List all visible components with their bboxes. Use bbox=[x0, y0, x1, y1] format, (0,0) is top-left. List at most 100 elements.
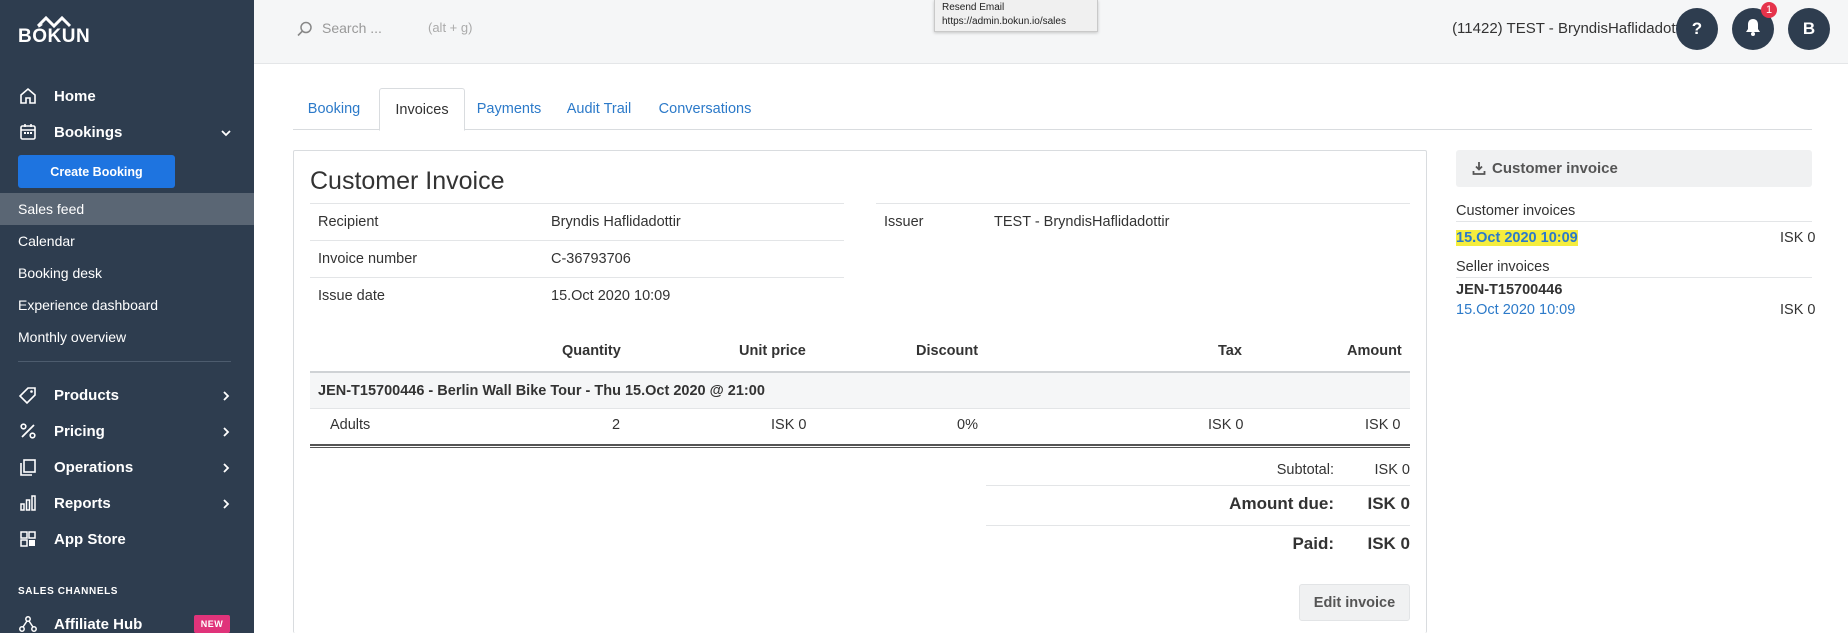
seller-invoices-heading: Seller invoices bbox=[1456, 259, 1550, 275]
recipient-row: Recipient Bryndis Haflidadottir bbox=[310, 203, 844, 240]
invoice-number-value: C-36793706 bbox=[551, 251, 631, 267]
calendar-icon bbox=[18, 122, 38, 142]
totals-divider bbox=[986, 485, 1410, 486]
nav-bookings-label: Bookings bbox=[54, 123, 123, 141]
issuer-label: Issuer bbox=[884, 214, 924, 230]
nav-products[interactable]: Products bbox=[0, 378, 254, 412]
nav-bookings[interactable]: Bookings bbox=[0, 115, 254, 149]
create-booking-button[interactable]: Create Booking bbox=[18, 155, 175, 188]
download-customer-invoice-button[interactable]: Customer invoice bbox=[1456, 150, 1812, 187]
grid-icon bbox=[18, 529, 38, 549]
nav-affiliate-hub-label: Affiliate Hub bbox=[54, 615, 143, 633]
line-tax: ISK 0 bbox=[1208, 417, 1244, 433]
sidebar: BÓKUN Home Bookings Create Booking Sales… bbox=[0, 0, 254, 633]
nav-pricing[interactable]: Pricing bbox=[0, 414, 254, 448]
nav-affiliate-hub[interactable]: Affiliate Hub NEW bbox=[0, 607, 254, 633]
sidebar-item-calendar[interactable]: Calendar bbox=[0, 225, 254, 257]
nav-operations-label: Operations bbox=[54, 458, 134, 476]
invoice-number-row: Invoice number C-36793706 bbox=[310, 240, 844, 277]
bell-icon bbox=[1743, 17, 1763, 42]
sidebar-item-booking-desk[interactable]: Booking desk bbox=[0, 257, 254, 289]
nav-reports-label: Reports bbox=[54, 494, 111, 512]
tab-payments[interactable]: Payments bbox=[469, 88, 549, 130]
nav-pricing-label: Pricing bbox=[54, 422, 105, 440]
bar-chart-icon bbox=[18, 493, 38, 513]
customer-invoices-heading: Customer invoices bbox=[1456, 203, 1576, 219]
invoice-panel: Customer Invoice Recipient Bryndis Hafli… bbox=[293, 150, 1427, 633]
tab-audit-trail[interactable]: Audit Trail bbox=[555, 88, 643, 130]
line-discount: 0% bbox=[957, 417, 978, 433]
amount-due-value: ISK 0 bbox=[1367, 494, 1410, 513]
tooltip: Resend Email https://admin.bokun.io/sale… bbox=[934, 0, 1098, 32]
nav-products-label: Products bbox=[54, 386, 120, 404]
logo-text: BÓKUN bbox=[18, 26, 91, 47]
issue-date-row: Issue date 15.Oct 2020 10:09 bbox=[310, 277, 844, 314]
sales-channels-heading: SALES CHANNELS bbox=[18, 586, 119, 597]
col-amount: Amount bbox=[1347, 343, 1402, 359]
table-total-divider bbox=[310, 444, 1410, 448]
nav-app-store[interactable]: App Store bbox=[0, 522, 254, 556]
issue-date-label: Issue date bbox=[318, 288, 385, 304]
recipient-value: Bryndis Haflidadottir bbox=[551, 214, 681, 230]
notification-count-badge: 1 bbox=[1761, 2, 1777, 18]
line-amount: ISK 0 bbox=[1365, 417, 1401, 433]
line-quantity: 2 bbox=[612, 417, 621, 433]
tooltip-title: Resend Email bbox=[942, 2, 1005, 13]
account-name[interactable]: (11422) TEST - BryndisHaflidadottir bbox=[1452, 20, 1688, 37]
col-unit-price: Unit price bbox=[739, 343, 806, 359]
download-icon bbox=[1472, 161, 1486, 175]
home-icon bbox=[18, 86, 38, 106]
totals-divider bbox=[986, 525, 1410, 526]
recipient-label: Recipient bbox=[318, 214, 379, 230]
booking-tabs: Booking Invoices Payments Audit Trail Co… bbox=[293, 88, 1812, 131]
copy-icon bbox=[18, 457, 38, 477]
sidebar-item-sales-feed[interactable]: Sales feed bbox=[0, 193, 254, 225]
search-icon bbox=[296, 20, 314, 38]
top-bar: (alt + g) Resend Email https://admin.bok… bbox=[254, 0, 1848, 64]
invoice-group-row: JEN-T15700446 - Berlin Wall Bike Tour - … bbox=[310, 371, 1410, 409]
tag-icon bbox=[18, 385, 38, 405]
tab-booking[interactable]: Booking bbox=[293, 88, 375, 130]
user-avatar-button[interactable]: B bbox=[1788, 8, 1830, 50]
col-tax: Tax bbox=[1218, 343, 1242, 359]
seller-booking-ref: JEN-T15700446 bbox=[1456, 282, 1563, 298]
line-item-name: Adults bbox=[330, 417, 371, 433]
paid-value: ISK 0 bbox=[1367, 534, 1410, 553]
tab-invoices[interactable]: Invoices bbox=[379, 88, 465, 131]
nav-home[interactable]: Home bbox=[0, 79, 254, 113]
nav-app-store-label: App Store bbox=[54, 530, 126, 548]
chevron-right-icon bbox=[220, 497, 232, 509]
tab-conversations[interactable]: Conversations bbox=[649, 88, 761, 130]
download-button-label: Customer invoice bbox=[1492, 160, 1618, 177]
col-discount: Discount bbox=[916, 343, 979, 359]
issue-date-value: 15.Oct 2020 10:09 bbox=[551, 288, 671, 304]
customer-invoice-amount: ISK 0 bbox=[1780, 230, 1816, 246]
help-button[interactable]: ? bbox=[1676, 8, 1718, 50]
chevron-right-icon bbox=[220, 461, 232, 473]
panel-divider bbox=[1456, 221, 1812, 222]
sidebar-item-monthly-overview[interactable]: Monthly overview bbox=[0, 321, 254, 353]
chevron-right-icon bbox=[220, 425, 232, 437]
nav-home-label: Home bbox=[54, 87, 96, 105]
avatar-initial: B bbox=[1802, 19, 1816, 38]
seller-invoice-link[interactable]: 15.Oct 2020 10:09 bbox=[1456, 302, 1575, 318]
percent-icon bbox=[18, 421, 38, 441]
nav-reports[interactable]: Reports bbox=[0, 486, 254, 520]
edit-invoice-button[interactable]: Edit invoice bbox=[1299, 584, 1410, 621]
issuer-row: Issuer TEST - BryndisHaflidadottir bbox=[876, 203, 1410, 240]
panel-divider bbox=[1456, 277, 1812, 278]
line-unit-price: ISK 0 bbox=[771, 417, 807, 433]
new-badge: NEW bbox=[194, 615, 230, 633]
nav-operations[interactable]: Operations bbox=[0, 450, 254, 484]
invoice-number-label: Invoice number bbox=[318, 251, 418, 267]
search-shortcut-hint: (alt + g) bbox=[428, 20, 473, 35]
sidebar-divider bbox=[18, 361, 231, 362]
col-quantity: Quantity bbox=[562, 343, 621, 359]
chevron-down-icon bbox=[220, 126, 232, 138]
invoice-title: Customer Invoice bbox=[310, 167, 505, 195]
customer-invoice-link[interactable]: 15.Oct 2020 10:09 bbox=[1456, 230, 1578, 246]
sidebar-item-experience-dashboard[interactable]: Experience dashboard bbox=[0, 289, 254, 321]
seller-invoice-amount: ISK 0 bbox=[1780, 302, 1816, 318]
amount-due-label: Amount due: bbox=[1229, 494, 1334, 513]
group-title: JEN-T15700446 - Berlin Wall Bike Tour - … bbox=[318, 382, 765, 399]
